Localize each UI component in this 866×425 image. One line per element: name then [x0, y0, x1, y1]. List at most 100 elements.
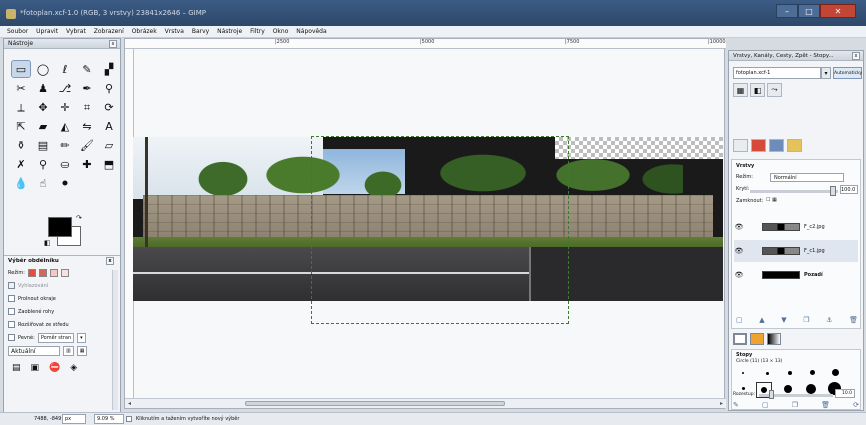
scale-icon[interactable]: ⇱ [12, 118, 30, 134]
edit-brush-icon[interactable]: ✎ [733, 401, 739, 409]
lock-alpha-checkbox[interactable]: ☐ ▦ [766, 197, 777, 203]
current-value-field[interactable]: Aktuální [8, 345, 60, 356]
close-icon[interactable]: x [109, 40, 117, 48]
duplicate-layer-icon[interactable]: ❐ [803, 316, 809, 324]
free-select-icon[interactable]: ℓ [56, 61, 74, 77]
lock-icon[interactable]: ▥ [63, 345, 74, 356]
brush-swatch[interactable] [832, 369, 839, 376]
eye-icon[interactable]: 👁 [734, 271, 744, 279]
measure-icon[interactable]: ⟂ [12, 99, 30, 115]
layer-row[interactable]: 👁 Pozadí [734, 264, 858, 286]
menu-vybrat[interactable]: Vybrat [63, 26, 89, 38]
patterns-tab[interactable] [750, 333, 764, 345]
opacity-slider[interactable] [750, 190, 838, 193]
ink-icon[interactable]: ⚲ [34, 156, 52, 172]
brush-swatch[interactable] [788, 371, 792, 375]
feather-checkbox[interactable] [8, 295, 15, 302]
eye-icon[interactable]: 👁 [734, 223, 744, 231]
crop-icon[interactable]: ⌗ [78, 99, 96, 115]
foreground-color[interactable] [48, 217, 72, 237]
expand-checkbox[interactable] [8, 321, 15, 328]
fixed-select[interactable]: Poměr stran [37, 332, 75, 343]
auto-button[interactable]: Automaticky [833, 67, 862, 79]
brush-swatch[interactable] [761, 387, 767, 393]
chevron-down-icon[interactable]: ▾ [821, 67, 831, 79]
brush-icon[interactable]: 🖌 [78, 137, 96, 153]
spacing-slider-handle[interactable] [769, 390, 774, 399]
reset-options-icon[interactable]: ◈ [70, 363, 77, 373]
menu-zobrazeni[interactable]: Zobrazení [91, 26, 127, 38]
refresh-brushes-icon[interactable]: ⟳ [853, 401, 859, 409]
brush-swatch[interactable] [742, 372, 744, 374]
bucket-fill-icon[interactable]: ⚱ [12, 137, 30, 153]
eraser-icon[interactable]: ▱ [100, 137, 118, 153]
mode-intersect-icon[interactable] [60, 268, 69, 277]
reset-colors-icon[interactable]: ◧ [44, 239, 51, 247]
flip-icon[interactable]: ⇋ [78, 118, 96, 134]
rounded-row[interactable]: Zaoblené rohy [4, 305, 120, 318]
opacity-slider-handle[interactable] [830, 186, 836, 196]
layer-mode-select[interactable]: Normální [770, 173, 844, 182]
rounded-checkbox[interactable] [8, 308, 15, 315]
menu-upravit[interactable]: Upravit [33, 26, 61, 38]
layer-row[interactable]: 👁 F_c2.jpg [734, 216, 858, 238]
scrollbar-thumb[interactable] [245, 401, 505, 406]
minimize-button[interactable]: – [776, 4, 798, 18]
antialias-row[interactable]: Vyhlazování [4, 279, 120, 292]
perspective-clone-icon[interactable]: ⬒ [100, 156, 118, 172]
airbrush-icon[interactable]: ✗ [12, 156, 30, 172]
channels-tab[interactable] [751, 139, 766, 152]
horizontal-ruler[interactable]: |2500 |5000 |7500 |10000 [125, 39, 726, 49]
scroll-right-icon[interactable]: ▸ [720, 400, 723, 407]
horizontal-scrollbar[interactable]: ◂ ▸ [125, 398, 726, 408]
save-options-icon[interactable]: ▤ [12, 363, 21, 373]
align-icon[interactable]: ✛ [56, 99, 74, 115]
menu-okno[interactable]: Okno [270, 26, 292, 38]
brush-swatch[interactable] [766, 372, 769, 375]
color-select-icon[interactable]: ▞ [100, 61, 118, 77]
menu-filtry[interactable]: Filtry [247, 26, 268, 38]
layers-tab[interactable] [733, 139, 748, 152]
raise-layer-icon[interactable]: ▲ [759, 316, 764, 324]
maximize-button[interactable]: □ [798, 4, 820, 18]
new-brush-icon[interactable]: ▢ [762, 401, 769, 409]
eye-icon[interactable]: 👁 [734, 247, 744, 255]
brush-swatch[interactable] [784, 385, 792, 393]
delete-options-icon[interactable]: ⛔ [49, 363, 60, 373]
paths-icon[interactable]: ⎇ [56, 80, 74, 96]
brush-swatch[interactable] [806, 384, 816, 394]
zoom-select[interactable]: 9.09 % [94, 414, 124, 424]
menu-nastroje[interactable]: Nástroje [214, 26, 245, 38]
menu-barvy[interactable]: Barvy [189, 26, 212, 38]
aspect-icon[interactable]: ▦ [76, 345, 88, 356]
ellipse-select-icon[interactable]: ◯ [34, 61, 52, 77]
undo-tab[interactable] [787, 139, 802, 152]
pencil-icon[interactable]: ✏ [56, 137, 74, 153]
rotate-icon[interactable]: ⟳ [100, 99, 118, 115]
rectangle-selection[interactable] [311, 136, 569, 324]
restore-options-icon[interactable]: ▣ [31, 363, 40, 373]
lower-layer-icon[interactable]: ▼ [781, 316, 786, 324]
shear-icon[interactable]: ▰ [34, 118, 52, 134]
anchor-layer-icon[interactable]: ⚓ [826, 316, 832, 324]
close-icon[interactable]: x [106, 257, 114, 265]
color-picker-icon[interactable]: ✒ [78, 80, 96, 96]
delete-layer-icon[interactable]: 🗑 [849, 316, 858, 324]
menu-vrstva[interactable]: Vrstva [162, 26, 187, 38]
foreground-select-icon[interactable]: ♟ [34, 80, 52, 96]
clone-icon[interactable]: ⛀ [56, 156, 74, 172]
expand-row[interactable]: Rozšiřovat ze středu [4, 318, 120, 331]
image-select[interactable]: fotoplan.xcf-1 [733, 67, 821, 79]
fixed-checkbox[interactable] [8, 334, 15, 341]
close-icon[interactable]: x [852, 52, 860, 60]
smudge-icon[interactable]: ☝ [34, 175, 52, 191]
menu-obrazek[interactable]: Obrázek [129, 26, 160, 38]
delete-brush-icon[interactable]: 🗑 [821, 401, 830, 409]
mode-add-icon[interactable] [38, 268, 47, 277]
mode-subtract-icon[interactable] [49, 268, 58, 277]
duplicate-brush-icon[interactable]: ❐ [792, 401, 798, 409]
scissors-icon[interactable]: ✂ [12, 80, 30, 96]
gradients-tab[interactable] [767, 333, 781, 345]
perspective-icon[interactable]: ◭ [56, 118, 74, 134]
close-button[interactable]: ✕ [820, 4, 856, 18]
